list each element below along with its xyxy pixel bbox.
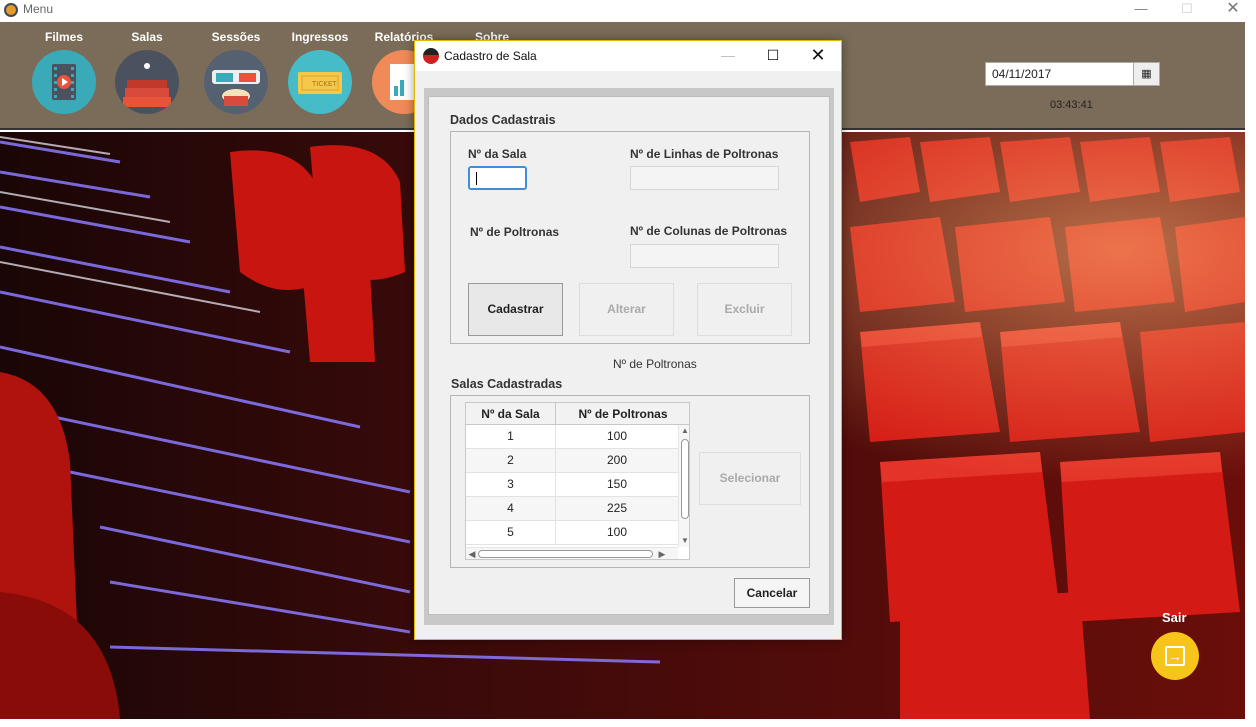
dados-cadastrais-title: Dados Cadastrais — [450, 113, 556, 127]
date-value[interactable]: 04/11/2017 — [992, 67, 1051, 81]
cell-num-poltronas: 100 — [556, 425, 679, 448]
num-sala-input[interactable] — [468, 166, 527, 190]
cell-num-sala: 1 — [466, 425, 556, 448]
dialog-body: Dados Cadastrais Nº da Sala Nº de Linhas… — [424, 88, 834, 625]
selecionar-button[interactable]: Selecionar — [699, 452, 801, 505]
table-row[interactable]: 5 100 — [466, 521, 679, 545]
dados-cadastrais-group: Nº da Sala Nº de Linhas de Poltronas Nº … — [450, 131, 810, 344]
sair-button[interactable]: → — [1151, 632, 1199, 680]
cancelar-button[interactable]: Cancelar — [734, 578, 810, 608]
3d-glasses-popcorn-icon[interactable] — [204, 50, 268, 114]
dialog-title: Cadastro de Sala — [444, 49, 537, 63]
calendar-icon[interactable]: ▦ — [1133, 63, 1159, 85]
linhas-poltronas-input[interactable] — [630, 166, 779, 190]
scroll-thumb[interactable] — [681, 439, 689, 519]
svg-text:TICKET: TICKET — [311, 80, 337, 88]
window-title: Menu — [23, 2, 54, 16]
nav-salas-label: Salas — [131, 30, 163, 44]
table-vertical-scrollbar[interactable]: ▲ ▼ — [678, 425, 689, 547]
num-sala-label: Nº da Sala — [468, 147, 527, 161]
cinema-seats-icon[interactable] — [115, 50, 179, 114]
nav-salas[interactable]: Salas — [107, 30, 187, 114]
dialog-close-button[interactable]: ✕ — [795, 41, 841, 71]
ticket-icon[interactable]: TICKET — [288, 50, 352, 114]
exit-icon: → — [1165, 646, 1185, 666]
cell-num-poltronas: 225 — [556, 497, 679, 520]
window-maximize-button[interactable]: ☐ — [1164, 0, 1210, 20]
bottom-edge — [0, 719, 1256, 727]
window-minimize-button[interactable]: — — [1118, 0, 1164, 20]
dialog-maximize-button[interactable]: ☐ — [750, 41, 796, 71]
colunas-poltronas-label: Nº de Colunas de Poltronas — [630, 224, 788, 238]
salas-table[interactable]: Nº da Sala Nº de Poltronas 1 100 2 200 3… — [465, 402, 690, 560]
text-caret — [476, 172, 477, 185]
window-close-button[interactable]: ✕ — [1210, 0, 1256, 20]
num-poltronas-label: Nº de Poltronas — [470, 225, 560, 239]
scroll-up-icon[interactable]: ▲ — [680, 426, 689, 436]
cell-num-sala: 5 — [466, 521, 556, 544]
excluir-button[interactable]: Excluir — [697, 283, 792, 336]
dialog-minimize-button[interactable]: — — [705, 41, 751, 71]
cell-num-poltronas: 200 — [556, 449, 679, 472]
nav-filmes[interactable]: Filmes — [24, 30, 104, 114]
poltronas-caption: Nº de Poltronas — [613, 357, 697, 371]
table-row[interactable]: 3 150 — [466, 473, 679, 497]
scroll-left-icon[interactable]: ◀ — [467, 549, 477, 559]
cell-num-poltronas: 100 — [556, 521, 679, 544]
table-row[interactable]: 4 225 — [466, 497, 679, 521]
dialog-panel: Dados Cadastrais Nº da Sala Nº de Linhas… — [428, 96, 830, 615]
nav-sessoes-label: Sessões — [211, 30, 261, 44]
cell-num-sala: 3 — [466, 473, 556, 496]
sair-label: Sair — [1162, 610, 1187, 625]
linhas-poltronas-label: Nº de Linhas de Poltronas — [630, 147, 779, 161]
cadastrar-button[interactable]: Cadastrar — [468, 283, 563, 336]
scroll-down-icon[interactable]: ▼ — [680, 536, 689, 546]
cell-num-sala: 4 — [466, 497, 556, 520]
cadastro-sala-dialog: Cadastro de Sala — ☐ ✕ Dados Cadastrais … — [414, 40, 842, 640]
nav-sessoes[interactable]: Sessões — [196, 30, 276, 114]
nav-ingressos[interactable]: Ingressos TICKET — [280, 30, 360, 114]
table-horizontal-scrollbar[interactable]: ◀ ▶ — [466, 547, 678, 559]
nav-filmes-label: Filmes — [44, 30, 83, 44]
column-header-num-poltronas[interactable]: Nº de Poltronas — [556, 403, 689, 425]
column-header-num-sala[interactable]: Nº da Sala — [466, 403, 556, 425]
table-header: Nº da Sala Nº de Poltronas — [466, 403, 689, 425]
dialog-app-icon — [423, 48, 439, 64]
right-edge — [1245, 22, 1256, 727]
colunas-poltronas-input[interactable] — [630, 244, 779, 268]
film-reel-icon[interactable] — [32, 50, 96, 114]
window-titlebar: Menu — ☐ ✕ — [0, 0, 1256, 20]
date-picker[interactable]: 04/11/2017 ▦ — [985, 62, 1160, 86]
nav-ingressos-label: Ingressos — [291, 30, 349, 44]
clock: 03:43:41 — [1050, 99, 1093, 111]
cell-num-poltronas: 150 — [556, 473, 679, 496]
scroll-right-icon[interactable]: ▶ — [657, 549, 667, 559]
table-row[interactable]: 1 100 — [466, 425, 679, 449]
app-icon — [4, 3, 18, 17]
dialog-titlebar: Cadastro de Sala — ☐ ✕ — [415, 41, 841, 71]
scroll-thumb[interactable] — [478, 550, 653, 558]
cell-num-sala: 2 — [466, 449, 556, 472]
alterar-button[interactable]: Alterar — [579, 283, 674, 336]
table-row[interactable]: 2 200 — [466, 449, 679, 473]
salas-cadastradas-title: Salas Cadastradas — [451, 377, 563, 391]
